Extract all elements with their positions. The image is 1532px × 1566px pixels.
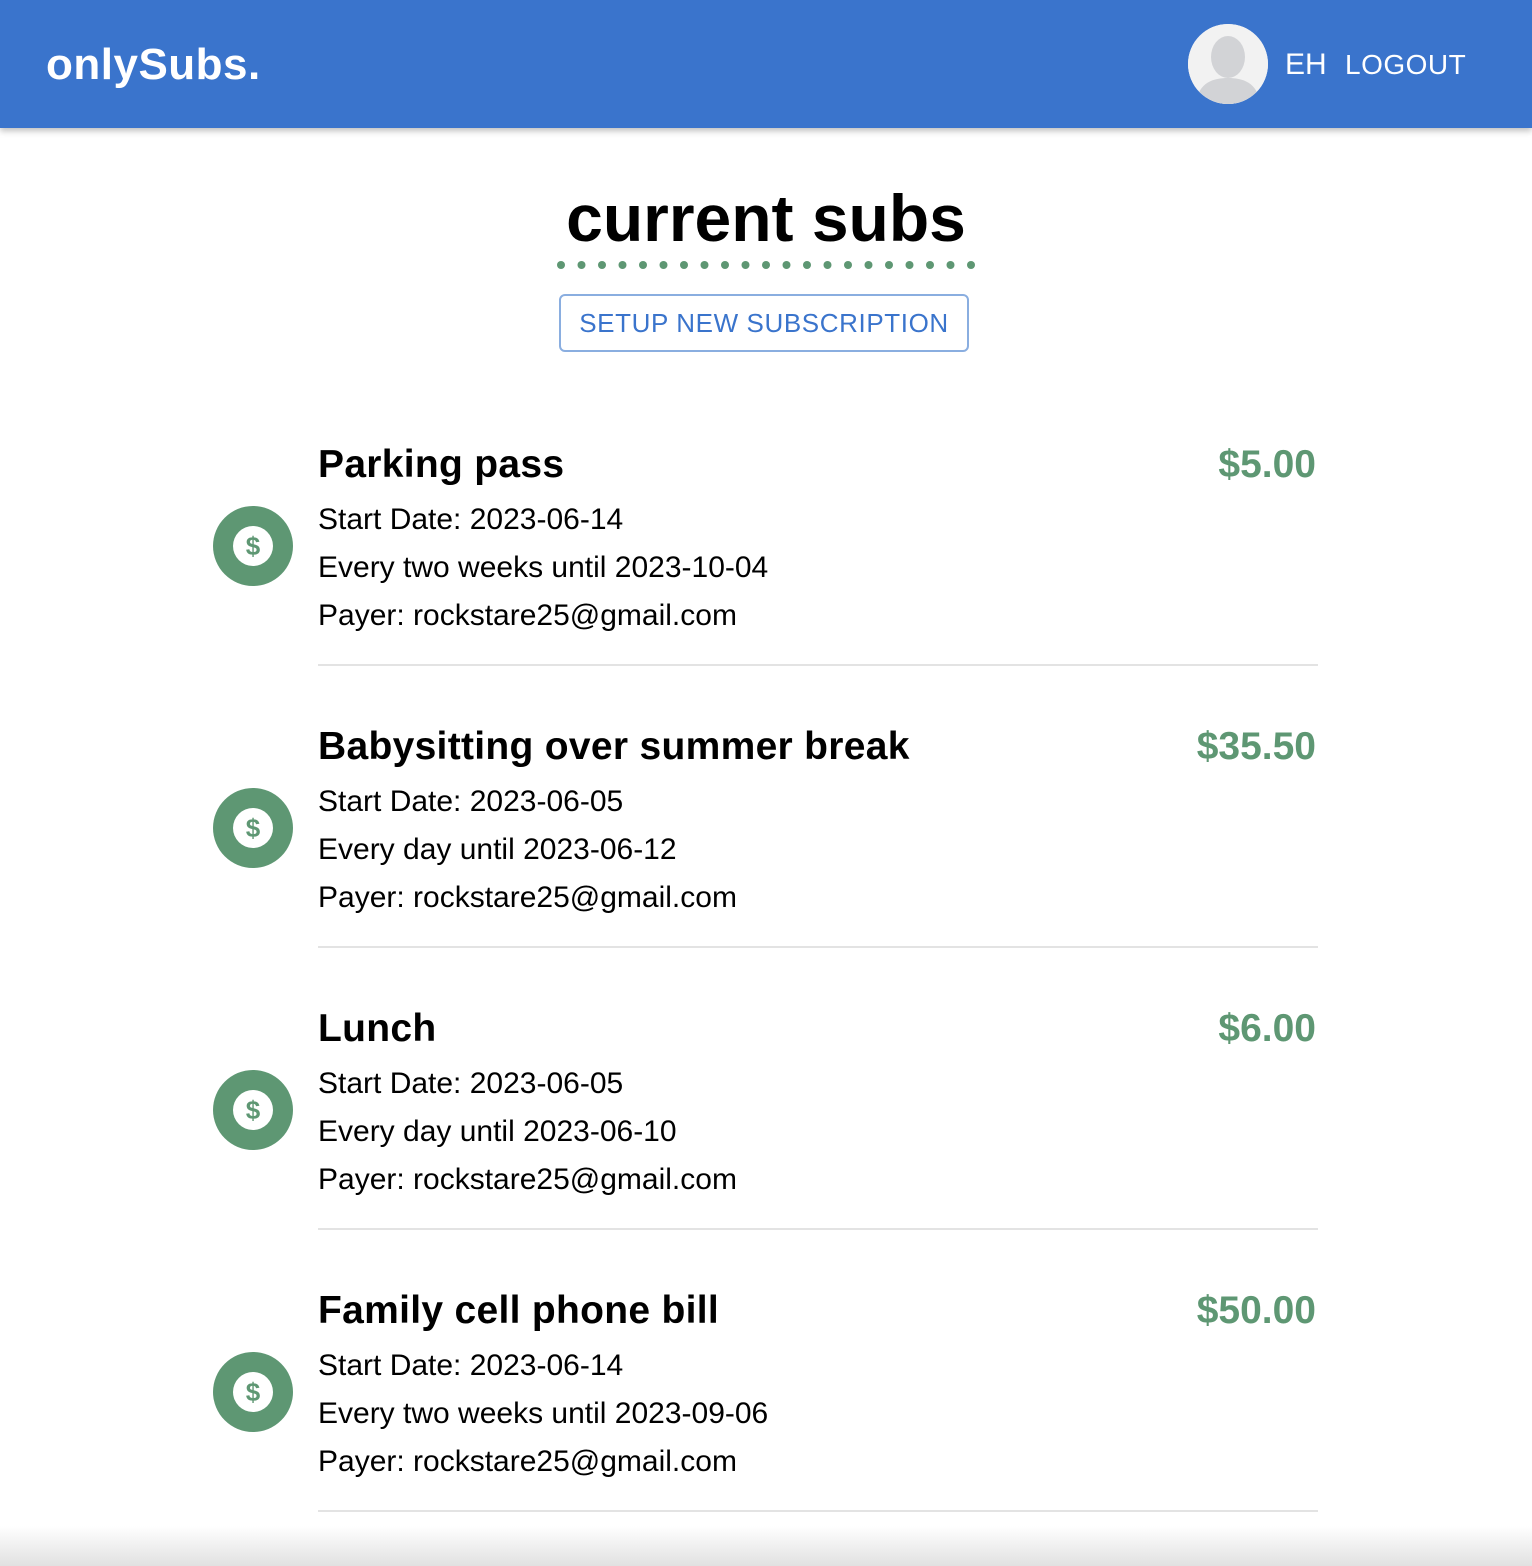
subscription-frequency: Every day until 2023-06-10 — [318, 1115, 677, 1148]
subscription-amount: $50.00 — [1196, 1289, 1316, 1332]
window-bottom-edge — [0, 1526, 1532, 1566]
subscription-frequency: Every two weeks until 2023-09-06 — [318, 1397, 769, 1430]
svg-text:$: $ — [246, 1377, 261, 1407]
subscription-item[interactable]: $ Family cell phone bill $50.00 Start Da… — [210, 1270, 1318, 1552]
page-title: current subs — [566, 181, 966, 255]
subscription-payer: Payer: rockstare25@gmail.com — [318, 881, 737, 914]
dollar-icon: $ — [213, 506, 293, 586]
subscription-start-date: Start Date: 2023-06-05 — [318, 785, 624, 818]
subscription-payer: Payer: rockstare25@gmail.com — [318, 1445, 737, 1478]
subscription-item[interactable]: $ Parking pass $5.00 Start Date: 2023-06… — [210, 424, 1318, 706]
dollar-icon: $ — [213, 1070, 293, 1150]
subscription-amount: $35.50 — [1196, 725, 1316, 768]
subscription-frequency: Every two weeks until 2023-10-04 — [318, 551, 769, 584]
dollar-icon: $ — [213, 788, 293, 868]
divider — [318, 1228, 1318, 1230]
subscription-start-date: Start Date: 2023-06-14 — [318, 1349, 624, 1382]
svg-text:$: $ — [246, 1095, 261, 1125]
subscription-amount: $6.00 — [1218, 1007, 1316, 1050]
subscription-name: Babysitting over summer break — [318, 725, 910, 768]
app-logo[interactable]: onlySubs. — [46, 40, 261, 90]
subscription-name: Family cell phone bill — [318, 1289, 720, 1332]
subscription-name: Lunch — [318, 1007, 437, 1050]
subscription-start-date: Start Date: 2023-06-05 — [318, 1067, 624, 1100]
svg-text:$: $ — [246, 531, 261, 561]
subscription-frequency: Every day until 2023-06-12 — [318, 833, 677, 866]
svg-text:$: $ — [246, 813, 261, 843]
dollar-icon: $ — [213, 1352, 293, 1432]
subscription-payer: Payer: rockstare25@gmail.com — [318, 599, 737, 632]
setup-new-subscription-button[interactable]: SETUP NEW SUBSCRIPTION — [559, 294, 969, 352]
subscription-payer: Payer: rockstare25@gmail.com — [318, 1163, 737, 1196]
subscription-item[interactable]: $ Lunch $6.00 Start Date: 2023-06-05 Eve… — [210, 988, 1318, 1270]
subscription-name: Parking pass — [318, 443, 565, 486]
divider — [318, 664, 1318, 666]
divider — [318, 1510, 1318, 1512]
divider — [318, 946, 1318, 948]
user-avatar-icon[interactable] — [1188, 24, 1268, 104]
app-bar: onlySubs. EH LOGOUT — [0, 0, 1532, 128]
user-initials: EH — [1285, 48, 1327, 81]
subscription-item[interactable]: $ Babysitting over summer break $35.50 S… — [210, 706, 1318, 988]
subscription-start-date: Start Date: 2023-06-14 — [318, 503, 624, 536]
title-underline-dots — [557, 261, 975, 269]
logout-button[interactable]: LOGOUT — [1345, 48, 1466, 82]
subscription-amount: $5.00 — [1218, 443, 1316, 486]
